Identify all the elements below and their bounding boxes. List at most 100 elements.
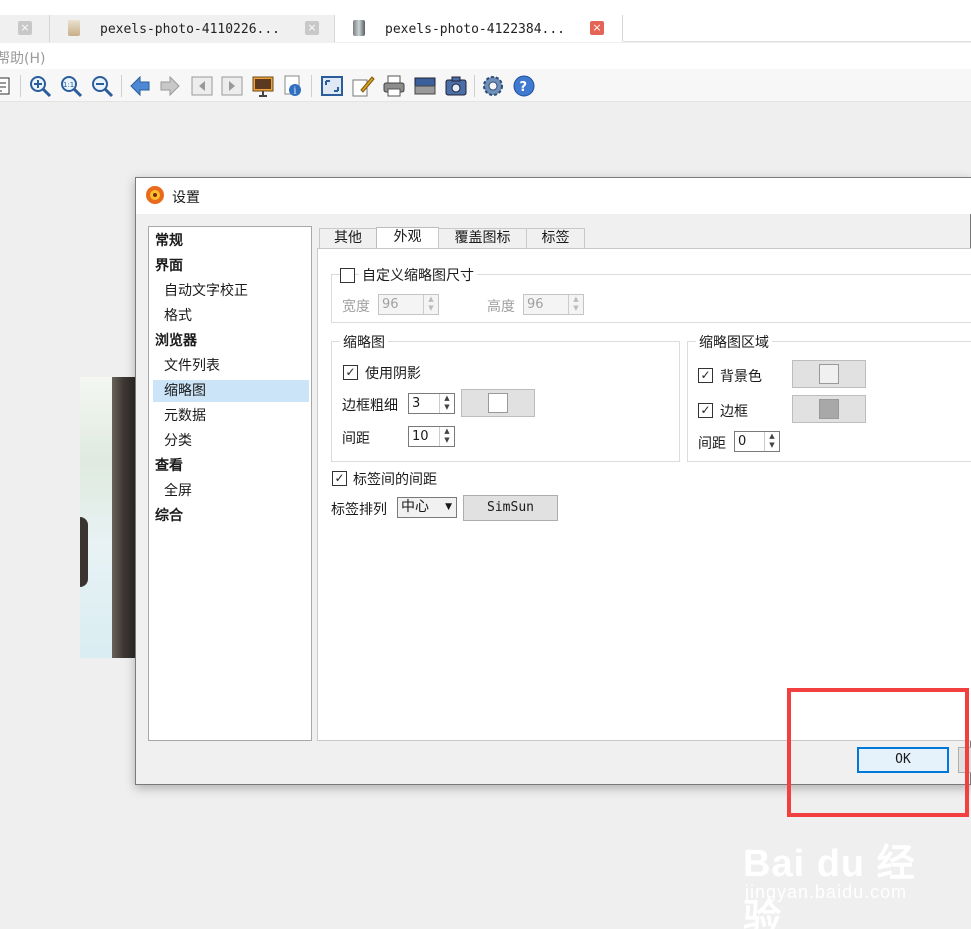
area-spacing-label: 间距 <box>698 436 726 452</box>
tab-title: pexels-photo-4110226... <box>100 22 281 37</box>
scanner-icon[interactable] <box>413 74 437 98</box>
tab-labels[interactable]: 标签 <box>526 228 585 248</box>
tab-other[interactable]: 其他 <box>319 228 377 248</box>
nav-item-general[interactable]: 常规 <box>149 230 311 252</box>
nav-item-misc[interactable]: 综合 <box>149 505 311 527</box>
label-spacing-checkbox[interactable]: ✓ <box>332 471 347 486</box>
tab-bar: × pexels-photo-4110226... × pexels-photo… <box>0 15 971 42</box>
settings-gear-icon[interactable] <box>481 74 505 98</box>
dialog-titlebar: 设置 <box>136 178 971 214</box>
label-align-label: 标签排列 <box>331 502 387 518</box>
spin-arrows-icon: ▲ ▼ <box>764 432 779 451</box>
close-icon[interactable]: × <box>305 21 319 35</box>
zoom-actual-icon[interactable]: 1:1 <box>59 74 83 98</box>
color-swatch <box>488 393 508 413</box>
toolbar-divider <box>474 75 475 97</box>
svg-text:i: i <box>294 87 297 97</box>
dropdown-arrow-icon: ▼ <box>445 502 452 512</box>
zoom-out-icon[interactable] <box>90 74 114 98</box>
baidu-watermark: Bai du 经验 jingyan.baidu.com <box>743 820 928 929</box>
use-shadow-checkbox[interactable]: ✓ <box>343 365 358 380</box>
nav-item-thumbnails[interactable]: 缩略图 <box>149 380 311 402</box>
last-icon[interactable] <box>220 74 244 98</box>
first-icon[interactable] <box>190 74 214 98</box>
label-font-button[interactable]: SimSun <box>463 495 558 521</box>
label-align-select[interactable]: 中心 ▼ <box>397 497 457 518</box>
toolbar: 1:1 i ? <box>0 69 971 102</box>
prev-icon[interactable] <box>128 74 152 98</box>
nav-item-browser[interactable]: 浏览器 <box>149 330 311 352</box>
close-icon[interactable]: × <box>590 21 604 35</box>
window-top-strip <box>0 0 971 15</box>
width-label: 宽度 <box>342 299 370 315</box>
dialog-title: 设置 <box>172 190 200 206</box>
width-spinbox[interactable]: 96 ▲ ▼ <box>378 294 439 315</box>
settings-tab-widget: 其他 外观 覆盖图标 标签 自定义缩略图尺寸 宽度 96 ▲ ▼ 高度 96 ▲ ▼… <box>316 227 971 741</box>
spin-arrows-icon: ▲ ▼ <box>568 295 583 314</box>
nav-item-file-list[interactable]: 文件列表 <box>149 355 311 377</box>
nav-item-category[interactable]: 分类 <box>149 430 311 452</box>
highlight-annotation <box>787 688 969 817</box>
toolbar-divider <box>20 75 21 97</box>
height-label: 高度 <box>487 299 515 315</box>
app-logo-icon <box>146 186 164 204</box>
thumbnail-area-title: 缩略图区域 <box>696 332 772 352</box>
browser-tab-1[interactable]: × <box>0 15 50 42</box>
settings-nav-tree: 常规 界面 自动文字校正 格式 浏览器 文件列表 缩略图 元数据 分类 查看 全… <box>148 226 312 741</box>
color-swatch <box>819 364 839 384</box>
label-spacing-label: 标签间的间距 <box>353 472 437 488</box>
nav-item-fullscreen[interactable]: 全屏 <box>149 480 311 502</box>
thumbnail-group-title: 缩略图 <box>340 332 388 352</box>
background-photo <box>80 377 135 658</box>
background-color-button[interactable] <box>792 360 866 388</box>
nav-item-format[interactable]: 格式 <box>149 305 311 327</box>
area-spacing-spinbox[interactable]: 0 ▲ ▼ <box>734 431 780 452</box>
close-icon[interactable]: × <box>18 21 32 35</box>
nav-item-autocorrect[interactable]: 自动文字校正 <box>149 280 311 302</box>
color-swatch <box>819 399 839 419</box>
watermark-logo: Bai du 经验 <box>743 843 916 929</box>
photo-thumbnail-icon <box>353 20 365 36</box>
background-color-label: 背景色 <box>720 369 762 385</box>
nav-item-interface[interactable]: 界面 <box>149 255 311 277</box>
svg-text:1:1: 1:1 <box>63 81 74 89</box>
next-icon[interactable] <box>158 74 182 98</box>
tab-overlay-icons[interactable]: 覆盖图标 <box>438 228 527 248</box>
tab-title: pexels-photo-4122384... <box>385 22 566 37</box>
border-label: 边框 <box>720 404 748 420</box>
zoom-in-icon[interactable] <box>28 74 52 98</box>
border-width-spinbox[interactable]: 3 ▲ ▼ <box>408 393 455 414</box>
tab-appearance[interactable]: 外观 <box>376 227 439 249</box>
draw-icon[interactable] <box>351 74 375 98</box>
slideshow-icon[interactable] <box>251 74 275 98</box>
fit-window-icon[interactable] <box>320 74 344 98</box>
info-icon[interactable]: i <box>281 74 305 98</box>
height-spinbox[interactable]: 96 ▲ ▼ <box>523 294 584 315</box>
browser-tab-2[interactable]: pexels-photo-4110226... × <box>50 15 335 42</box>
spin-arrows-icon: ▲ ▼ <box>423 295 438 314</box>
background-color-checkbox[interactable]: ✓ <box>698 368 713 383</box>
edit-icon[interactable] <box>0 74 12 98</box>
print-icon[interactable] <box>382 74 406 98</box>
toolbar-divider <box>311 75 312 97</box>
nav-item-view[interactable]: 查看 <box>149 455 311 477</box>
menu-help[interactable]: 帮助(H) <box>0 48 45 68</box>
browser-tab-3[interactable]: pexels-photo-4122384... × <box>335 15 623 42</box>
spacing-label: 间距 <box>342 431 370 447</box>
photo-thumbnail-icon <box>68 20 80 36</box>
border-width-label: 边框粗细 <box>342 398 398 414</box>
appearance-pane: 自定义缩略图尺寸 宽度 96 ▲ ▼ 高度 96 ▲ ▼ 缩略图 ✓ 使用阴影 边框… <box>317 248 971 741</box>
nav-item-metadata[interactable]: 元数据 <box>149 405 311 427</box>
border-color-button[interactable] <box>461 389 535 417</box>
custom-size-checkbox[interactable] <box>340 268 355 283</box>
use-shadow-label: 使用阴影 <box>365 366 421 382</box>
watermark-url: jingyan.baidu.com <box>745 882 908 902</box>
help-icon[interactable]: ? <box>512 74 536 98</box>
toolbar-divider <box>121 75 122 97</box>
spin-arrows-icon: ▲ ▼ <box>439 427 454 446</box>
area-border-color-button[interactable] <box>792 395 866 423</box>
camera-icon[interactable] <box>444 74 468 98</box>
svg-text:?: ? <box>520 80 528 95</box>
spacing-spinbox[interactable]: 10 ▲ ▼ <box>408 426 455 447</box>
border-checkbox[interactable]: ✓ <box>698 403 713 418</box>
